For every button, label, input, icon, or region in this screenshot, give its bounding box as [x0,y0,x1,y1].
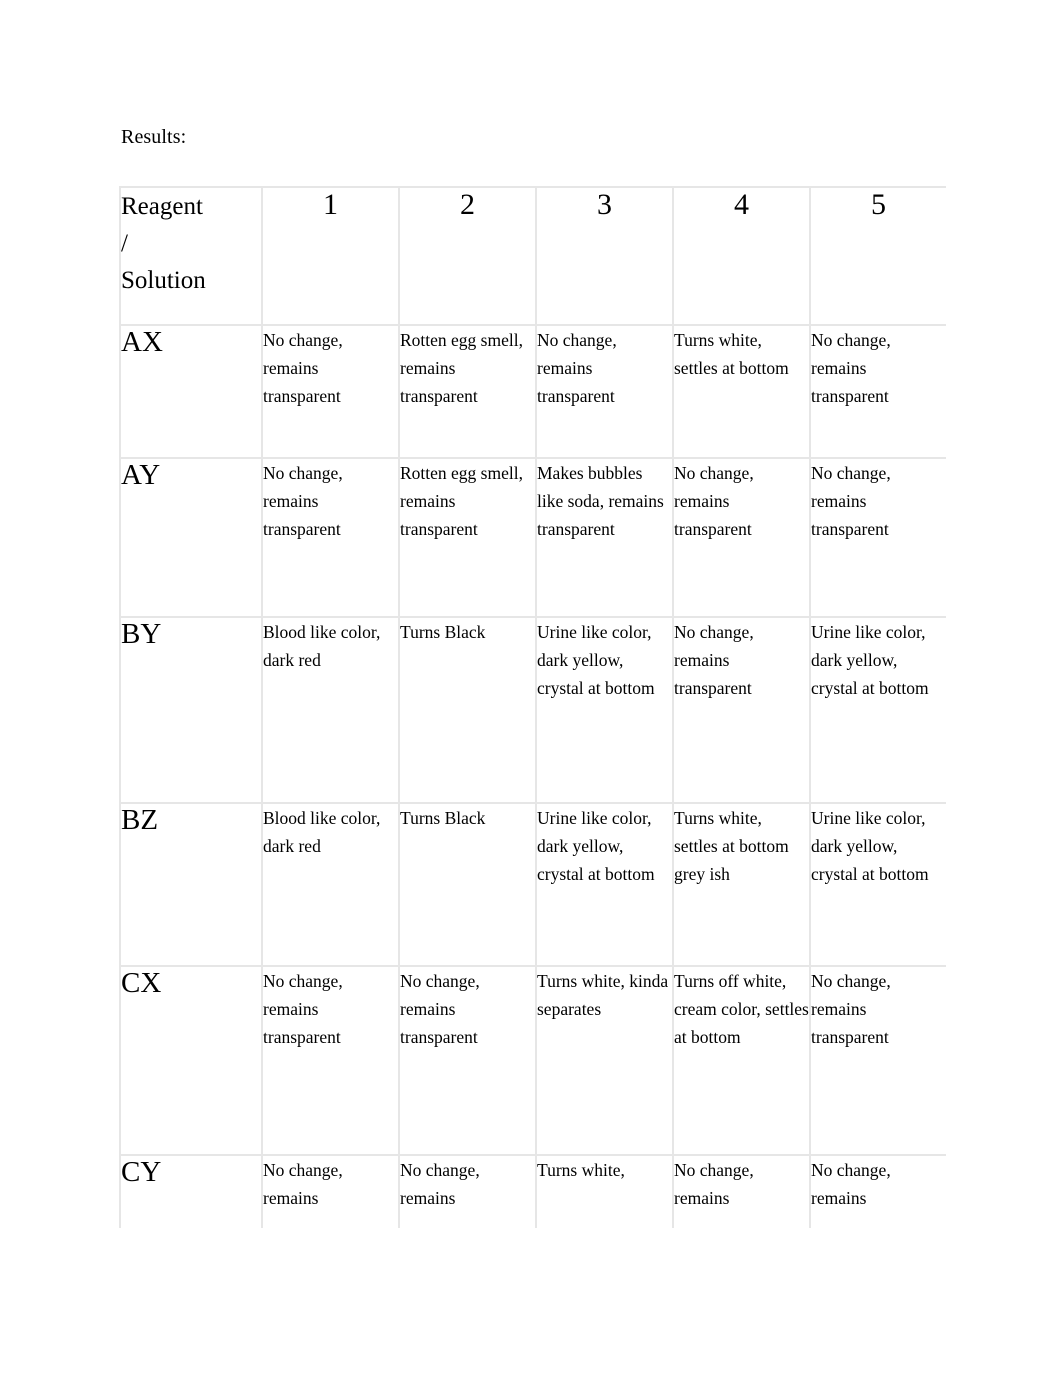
header-line-slash: / [121,230,128,257]
row-label-cx: CX [119,965,263,1156]
cell-by-4: No change, remains transparent [672,616,811,804]
table-row: BY Blood like color, dark red Turns Blac… [119,616,946,804]
table-row: CX No change, remains transparent No cha… [119,965,946,1156]
cell-ax-2: Rotten egg smell, remains transparent [398,324,537,459]
cell-ax-3: No change, remains transparent [535,324,674,459]
column-header-4: 4 [672,186,811,326]
cell-cx-3: Turns white, kinda separates [535,965,674,1156]
cell-bz-2: Turns Black [398,802,537,967]
cell-ay-3: Makes bubbles like soda, remains transpa… [535,457,674,618]
column-header-5: 5 [809,186,946,326]
table-row: AY No change, remains transparent Rotten… [119,457,946,618]
row-label-ax: AX [119,324,263,459]
cell-bz-5: Urine like color, dark yellow, crystal a… [809,802,946,967]
column-header-2: 2 [398,186,537,326]
table-row: CY No change, remains No change, remains… [119,1154,946,1228]
cell-ay-2: Rotten egg smell, remains transparent [398,457,537,618]
cell-cx-4: Turns off white, cream color, settles at… [672,965,811,1156]
column-header-1: 1 [261,186,400,326]
cell-ay-4: No change, remains transparent [672,457,811,618]
cell-ay-5: No change, remains transparent [809,457,946,618]
column-header-3: 3 [535,186,674,326]
table-body: AX No change, remains transparent Rotten… [119,324,946,1228]
cell-ay-1: No change, remains transparent [261,457,400,618]
results-table-container: Reagent / Solution 1 2 3 4 5 AX No chang… [119,186,946,1228]
cell-cy-1: No change, remains [261,1154,400,1228]
table-row: AX No change, remains transparent Rotten… [119,324,946,459]
cell-bz-1: Blood like color, dark red [261,802,400,967]
cell-cx-5: No change, remains transparent [809,965,946,1156]
row-label-by: BY [119,616,263,804]
cell-ax-5: No change, remains transparent [809,324,946,459]
cell-by-2: Turns Black [398,616,537,804]
cell-ax-4: Turns white, settles at bottom [672,324,811,459]
header-line-solution: Solution [121,267,206,294]
header-line-reagent: Reagent [121,193,203,220]
cell-by-3: Urine like color, dark yellow, crystal a… [535,616,674,804]
row-label-bz: BZ [119,802,263,967]
cell-ax-1: No change, remains transparent [261,324,400,459]
row-label-ay: AY [119,457,263,618]
page-title: Results: [121,126,187,148]
table-header-row: Reagent / Solution 1 2 3 4 5 [119,186,946,326]
cell-cy-2: No change, remains [398,1154,537,1228]
table-header: Reagent / Solution 1 2 3 4 5 [119,186,946,326]
cell-by-1: Blood like color, dark red [261,616,400,804]
results-table: Reagent / Solution 1 2 3 4 5 AX No chang… [119,186,946,1228]
cell-by-5: Urine like color, dark yellow, crystal a… [809,616,946,804]
cell-cx-2: No change, remains transparent [398,965,537,1156]
document-page: Results: Reagent / Solution 1 2 3 4 5 AX… [0,0,1062,1377]
column-header-reagent-solution: Reagent / Solution [119,186,263,326]
cell-cy-4: No change, remains [672,1154,811,1228]
cell-bz-4: Turns white, settles at bottom grey ish [672,802,811,967]
row-label-cy: CY [119,1154,263,1228]
cell-cy-3: Turns white, [535,1154,674,1228]
cell-bz-3: Urine like color, dark yellow, crystal a… [535,802,674,967]
cell-cy-5: No change, remains [809,1154,946,1228]
cell-cx-1: No change, remains transparent [261,965,400,1156]
table-row: BZ Blood like color, dark red Turns Blac… [119,802,946,967]
